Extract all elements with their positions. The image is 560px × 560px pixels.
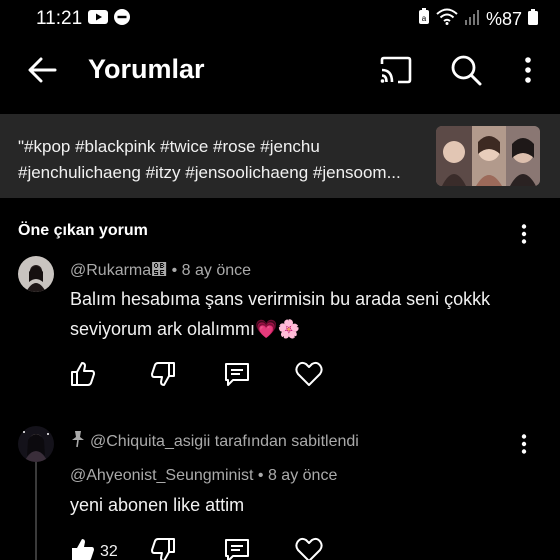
section-menu-button[interactable] — [508, 220, 540, 252]
do-not-disturb-icon — [114, 9, 130, 30]
heart-button[interactable] — [294, 361, 324, 391]
comment-meta: @Rukarma୞ • 8 ay önce — [70, 262, 252, 279]
cast-button[interactable] — [376, 52, 416, 92]
more-vertical-icon — [524, 56, 532, 88]
dislike-button[interactable] — [148, 537, 178, 560]
signal-icon — [464, 9, 480, 30]
battery-percentage: %87 — [485, 8, 522, 29]
more-options-button[interactable] — [508, 52, 548, 92]
comment-reply-icon — [224, 537, 250, 560]
reply-button[interactable] — [222, 537, 252, 560]
page-title: Yorumlar — [88, 54, 205, 84]
thumbs-up-filled-icon — [70, 537, 96, 560]
like-button[interactable] — [68, 537, 98, 560]
back-button[interactable] — [22, 52, 62, 92]
section-title: Öne çıkan yorum — [18, 222, 148, 239]
thread-line — [35, 462, 37, 560]
pin-icon — [70, 430, 86, 453]
reply-button[interactable] — [222, 361, 252, 391]
comment-emojis: 💗🌸 — [255, 319, 300, 339]
heart-icon — [295, 537, 323, 560]
video-thumbnail[interactable] — [436, 126, 540, 186]
svg-text:a: a — [422, 14, 427, 23]
comment-meta: @Ahyeonist_Seungminist • 8 ay önce — [70, 467, 338, 484]
comment-body: yeni abonen like attim — [70, 495, 245, 515]
comment-age: 8 ay önce — [181, 262, 252, 279]
search-icon — [450, 54, 482, 91]
comment-author-suffix: ୞ — [151, 262, 168, 279]
status-time: 11:21 — [36, 8, 83, 29]
comment-text: yeni abonen like attim — [70, 490, 510, 520]
search-button[interactable] — [446, 52, 486, 92]
comment-menu-button[interactable] — [508, 430, 540, 462]
comment-author[interactable]: @Ahyeonist_Seungminist — [70, 467, 253, 484]
thumbs-up-icon — [70, 361, 96, 392]
more-vertical-icon — [521, 223, 527, 249]
pinned-indicator: @Chiquita_asigii tarafından sabitlendi — [70, 430, 359, 453]
avatar[interactable] — [18, 426, 54, 462]
pinned-by-text: @Chiquita_asigii tarafından sabitlendi — [90, 432, 359, 450]
heart-icon — [295, 361, 323, 392]
more-vertical-icon — [521, 433, 527, 459]
video-description: "#kpop #blackpink #twice #rose #jenchu #… — [18, 137, 401, 182]
comment-reply-icon — [224, 361, 250, 392]
heart-button[interactable] — [294, 537, 324, 560]
like-button[interactable] — [68, 361, 98, 391]
thumbs-down-icon — [150, 361, 176, 392]
like-count: 32 — [100, 543, 118, 560]
data-saver-icon: a — [418, 8, 430, 30]
status-bar: 11:21 a %87 — [0, 0, 560, 36]
youtube-notification-icon — [88, 9, 108, 30]
status-notifications — [88, 9, 130, 30]
status-indicators: a %87 — [418, 8, 538, 30]
cast-icon — [379, 56, 413, 89]
arrow-left-icon — [27, 57, 57, 88]
dislike-button[interactable] — [148, 361, 178, 391]
thumbs-down-icon — [150, 537, 176, 560]
battery-icon — [528, 8, 538, 30]
video-context-card[interactable]: "#kpop #blackpink #twice #rose #jenchu #… — [0, 114, 560, 198]
app-bar: Yorumlar — [0, 36, 560, 110]
wifi-icon — [436, 8, 458, 30]
comment-author[interactable]: @Rukarma — [70, 262, 151, 279]
comment-text: Balım hesabıma şans verirmisin bu arada … — [70, 284, 510, 344]
comment-age: 8 ay önce — [267, 467, 338, 484]
avatar[interactable] — [18, 256, 54, 292]
